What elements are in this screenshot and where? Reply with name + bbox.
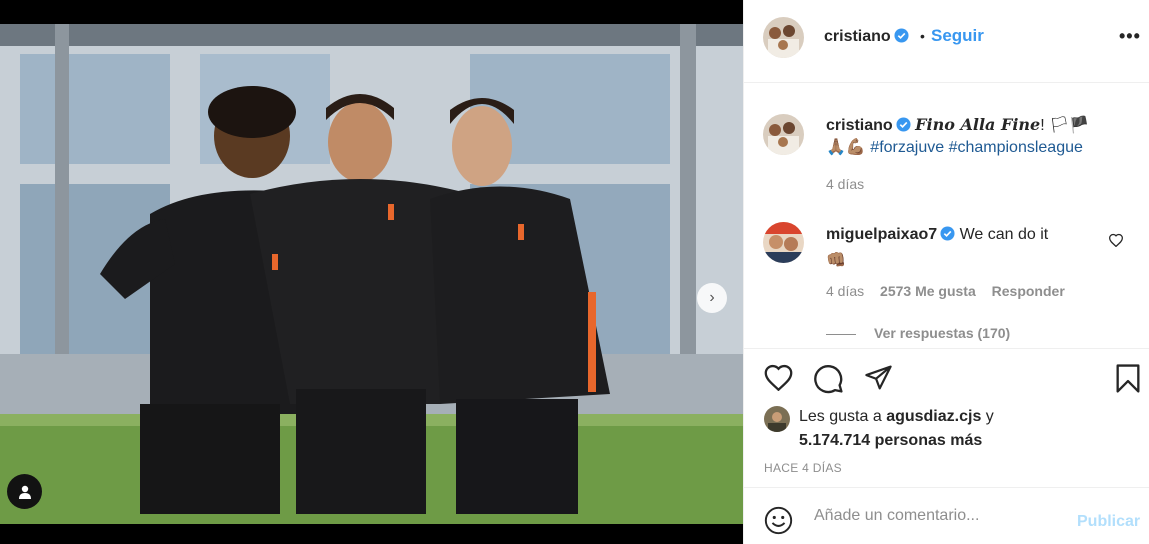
comment-icon[interactable] bbox=[813, 363, 844, 394]
like-comment-button[interactable] bbox=[1108, 233, 1124, 252]
post-actions: Les gusta a agusdiaz.cjs y 5.174.714 per… bbox=[744, 348, 1149, 488]
comment-username[interactable]: miguelpaixao7 bbox=[826, 226, 937, 243]
comment-time[interactable]: 4 días bbox=[826, 283, 864, 299]
likes-conj: y bbox=[981, 408, 994, 425]
tagged-users-button[interactable] bbox=[7, 474, 42, 509]
caption-flags: ! 🏳🏴 bbox=[1040, 117, 1090, 134]
avatar[interactable] bbox=[763, 222, 804, 263]
next-photo-button[interactable]: › bbox=[697, 283, 727, 313]
avatar[interactable] bbox=[764, 406, 790, 432]
comment-input[interactable] bbox=[814, 502, 1064, 530]
more-options-icon[interactable]: ••• bbox=[1119, 26, 1141, 47]
liker-username[interactable]: agusdiaz.cjs bbox=[886, 408, 981, 425]
comment-body: We can do it bbox=[959, 226, 1049, 243]
emoji-icon[interactable] bbox=[764, 506, 793, 535]
view-replies-label: Ver respuestas (170) bbox=[874, 325, 1011, 341]
divider bbox=[826, 333, 856, 335]
user-icon bbox=[18, 485, 31, 499]
avatar[interactable] bbox=[763, 114, 804, 155]
avatar[interactable] bbox=[763, 17, 804, 58]
comment-text: miguelpaixao7 We can do it 👊🏽 bbox=[826, 222, 1096, 274]
comment-likes[interactable]: 2573 Me gusta bbox=[880, 283, 976, 299]
caption-text: cristiano Fino Alla Fine! 🏳🏴 🙏🏽💪🏽 #forza… bbox=[826, 114, 1126, 159]
caption-phrase: Fino Alla Fine bbox=[915, 115, 1041, 134]
reply-button[interactable]: Responder bbox=[992, 283, 1065, 299]
post-media: › bbox=[0, 0, 743, 544]
verified-badge-icon bbox=[896, 117, 911, 132]
likes-count[interactable]: 5.174.714 personas más bbox=[799, 432, 982, 449]
bookmark-icon[interactable] bbox=[1114, 363, 1142, 394]
heart-icon bbox=[1108, 233, 1124, 248]
chevron-right-icon: › bbox=[709, 289, 715, 306]
caption-emojis: 🙏🏽💪🏽 bbox=[826, 139, 866, 156]
likes-text: Les gusta a agusdiaz.cjs y 5.174.714 per… bbox=[799, 405, 1129, 453]
verified-badge-icon bbox=[894, 28, 909, 43]
hashtag-link[interactable]: #championsleague bbox=[949, 139, 1083, 156]
post-photo[interactable]: › bbox=[0, 24, 743, 524]
heart-icon[interactable] bbox=[763, 363, 794, 391]
follow-button[interactable]: Seguir bbox=[931, 26, 984, 46]
share-icon[interactable] bbox=[863, 363, 894, 392]
posted-time[interactable]: HACE 4 DÍAS bbox=[764, 461, 842, 475]
likes-prefix: Les gusta a bbox=[799, 408, 882, 425]
username[interactable]: cristiano bbox=[824, 28, 891, 45]
verified-badge-icon bbox=[940, 226, 955, 241]
publish-button[interactable]: Publicar bbox=[1077, 513, 1140, 531]
caption-username[interactable]: cristiano bbox=[826, 117, 893, 134]
post-panel: cristiano • Seguir ••• cristiano Fino Al… bbox=[743, 0, 1149, 544]
caption-time[interactable]: 4 días bbox=[826, 176, 864, 192]
view-replies-button[interactable]: Ver respuestas (170) bbox=[826, 325, 1010, 341]
comment-meta: 4 días 2573 Me gusta Responder bbox=[826, 283, 1077, 299]
post-header: cristiano • Seguir ••• bbox=[744, 0, 1149, 83]
author-name[interactable]: cristiano bbox=[824, 28, 909, 46]
add-comment-bar: Publicar bbox=[744, 488, 1149, 544]
comment-emoji: 👊🏽 bbox=[826, 252, 846, 269]
hashtag-link[interactable]: #forzajuve bbox=[870, 139, 944, 156]
separator: • bbox=[920, 28, 925, 44]
